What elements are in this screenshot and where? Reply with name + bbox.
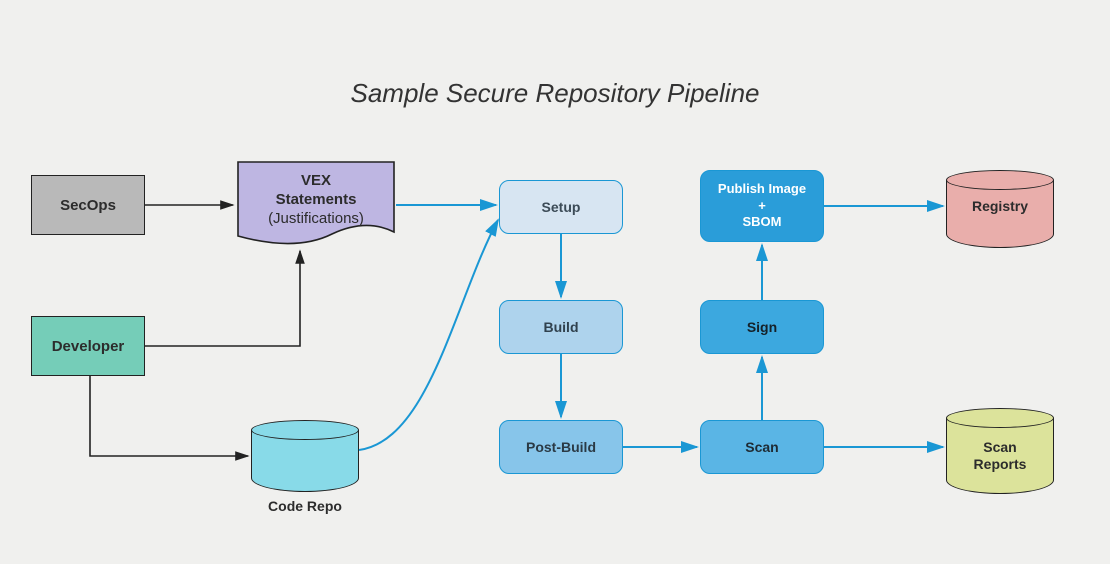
diagram-title: Sample Secure Repository Pipeline (0, 78, 1110, 109)
sign-label: Sign (747, 319, 777, 335)
node-publish: Publish Image + SBOM (700, 170, 824, 242)
node-registry: Registry (946, 170, 1054, 248)
node-vex-statements: VEX Statements (Justifications) (236, 160, 396, 245)
code-repo-label: Code Repo (251, 498, 359, 514)
node-code-repo: Code Repo (251, 420, 359, 492)
arrow-developer-vex (145, 251, 300, 346)
cyl-top (251, 420, 359, 440)
vex-line1: VEX (236, 172, 396, 191)
vex-line3: (Justifications) (236, 210, 396, 229)
build-label: Build (544, 319, 579, 335)
node-scan: Scan (700, 420, 824, 474)
publish-line1: Publish Image (718, 181, 806, 198)
setup-label: Setup (542, 199, 581, 215)
node-build: Build (499, 300, 623, 354)
cyl-top (946, 170, 1054, 190)
vex-line2: Statements (236, 191, 396, 210)
node-developer-label: Developer (52, 338, 125, 355)
node-setup: Setup (499, 180, 623, 234)
publish-line2: + (718, 198, 806, 215)
node-secops-label: SecOps (60, 197, 116, 214)
scan-label: Scan (745, 439, 778, 455)
postbuild-label: Post-Build (526, 439, 596, 455)
node-secops: SecOps (31, 175, 145, 235)
scan-reports-label: Scan Reports (946, 439, 1054, 473)
cyl-top (946, 408, 1054, 428)
node-scan-reports: Scan Reports (946, 408, 1054, 494)
node-post-build: Post-Build (499, 420, 623, 474)
arrow-developer-coderepo (90, 376, 248, 456)
registry-label: Registry (946, 198, 1054, 214)
node-sign: Sign (700, 300, 824, 354)
node-developer: Developer (31, 316, 145, 376)
publish-line3: SBOM (718, 214, 806, 231)
